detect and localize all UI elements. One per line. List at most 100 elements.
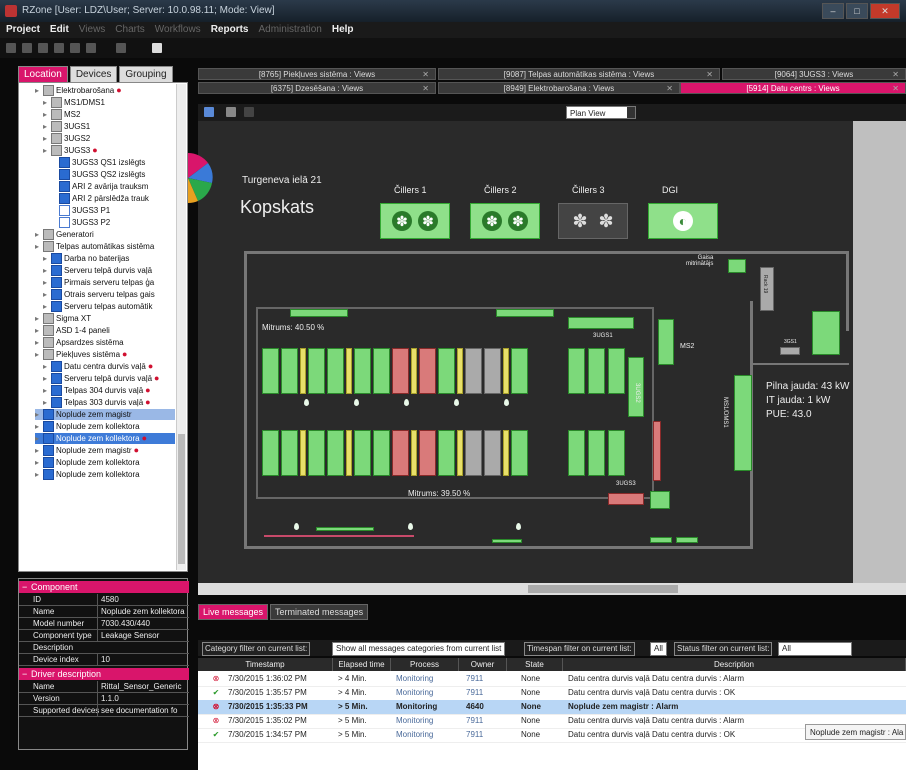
expand-icon[interactable]: ▸ [43,265,49,276]
crac-unit-right[interactable] [496,309,554,317]
top-row-rack[interactable] [511,348,528,394]
top-row-rack[interactable] [465,348,482,394]
expand-icon[interactable]: ▸ [43,253,49,264]
tree-node[interactable]: ▸ Pirmais serveru telpas ģa [43,277,175,288]
tree-node[interactable]: ▸ Noplude zem magistr ● [35,445,175,456]
column-header[interactable]: State [507,658,563,671]
view-mode-select[interactable]: Plan View [566,106,636,119]
expand-icon[interactable]: ▸ [35,229,41,240]
chiller-unit[interactable]: ✽ ✽ [470,203,540,239]
forward-icon[interactable] [22,43,32,53]
tree-node[interactable]: ▸ Telpas 304 durvis vaļā ● [43,385,175,396]
expand-icon[interactable]: ▸ [35,337,41,348]
maximize-button[interactable]: □ [846,3,868,19]
message-row[interactable]: ⊗ 7/30/2015 1:35:02 PM > 5 Min. Monitoring 7… [198,714,906,729]
top-row-rack[interactable] [392,348,409,394]
top-row-rack[interactable] [327,348,344,394]
top-row-rack[interactable] [373,348,390,394]
close-icon[interactable]: ✕ [422,69,429,81]
top-row-rack[interactable] [568,348,585,394]
bottom-sensor-2[interactable] [676,537,698,543]
bottom-row-rack[interactable] [262,430,279,476]
top-row-rack[interactable] [411,348,417,394]
bottom-row-rack[interactable] [411,430,417,476]
canvas-hscrollbar[interactable] [198,583,906,595]
tree-node[interactable]: ▸ ASD 1-4 paneli [35,325,175,336]
tree-node[interactable]: ▸ Serveru telpas automātik [43,301,175,312]
top-row-rack[interactable] [300,348,306,394]
column-header[interactable]: Elapsed time [333,658,391,671]
msdms1-panel[interactable] [734,375,752,471]
collapse-icon[interactable]: − [22,581,27,593]
ms2-panel[interactable] [658,319,674,365]
bottom-row-rack[interactable] [511,430,528,476]
bottom-sensor-3[interactable] [492,539,522,543]
expand-icon[interactable]: ▸ [35,325,41,336]
close-icon[interactable]: ✕ [666,83,673,95]
tree-node[interactable]: ▸ Telpas automātikas sistēma [35,241,175,252]
ups-3ugs3-panel[interactable] [608,493,644,505]
collapse-icon[interactable]: − [22,668,27,680]
status-filter-select[interactable]: All [778,642,852,656]
tree-node[interactable]: ▸ Telpas 303 durvis vaļā ● [43,397,175,408]
expand-icon[interactable]: ▸ [35,409,41,420]
bottom-row-rack[interactable] [503,430,509,476]
tree-node[interactable]: ▸ Serveru telpā durvis vaļā ● [43,373,175,384]
chiller-unit[interactable]: ✽ ✽ [380,203,450,239]
tree-node[interactable]: ▸ Noplude zem kollektora [35,469,175,480]
top-row-rack[interactable] [354,348,371,394]
column-header[interactable]: Owner [459,658,507,671]
bottom-row-rack[interactable] [465,430,482,476]
expand-icon[interactable]: ▸ [35,457,41,468]
back-icon[interactable] [6,43,16,53]
edit-icon[interactable] [54,43,64,53]
menu-help[interactable]: Help [332,22,354,38]
expand-icon[interactable]: ▸ [43,361,49,372]
expand-icon[interactable]: ▸ [43,289,49,300]
save-icon[interactable] [38,43,48,53]
pan-icon[interactable] [244,107,254,117]
component-section-header[interactable]: Component − [19,581,189,593]
ups-3ugs1-panel[interactable] [568,317,634,329]
menu-views[interactable]: Views [79,22,106,38]
expand-icon[interactable]: ▸ [35,85,41,96]
doc-tab[interactable]: [8765] Piekļuves sistēma : Views ✕ [198,68,436,80]
select-tool-icon[interactable] [204,107,214,117]
document-icon[interactable] [152,43,162,53]
top-row-rack[interactable] [281,348,298,394]
expand-icon[interactable]: ▸ [43,133,49,144]
tree-node[interactable]: ▸ Noplude zem magistr [35,409,175,420]
bottom-sensor-1[interactable] [650,537,672,543]
expand-icon[interactable]: ▸ [43,301,49,312]
doc-tab[interactable]: [6375] Dzesēšana : Views ✕ [198,82,436,94]
tree-node[interactable]: ▸ Darba no baterijas [43,253,175,264]
bottom-row-rack[interactable] [457,430,463,476]
message-row[interactable]: ⊗ 7/30/2015 1:35:33 PM > 5 Min. Monitoring 4… [198,700,906,715]
bottom-row-rack[interactable] [484,430,501,476]
bottom-row-rack[interactable] [281,430,298,476]
bottom-row-rack[interactable] [438,430,455,476]
top-row-rack[interactable] [484,348,501,394]
crac-unit-left[interactable] [290,309,348,317]
tree-node[interactable]: ARI 2 avārija trauksm [51,181,175,192]
bottom-row-rack[interactable] [568,430,585,476]
chiller-unit[interactable]: ◐ [648,203,718,239]
tree-node[interactable]: ▸ 3UGS3 ● [43,145,175,156]
expand-icon[interactable]: ▸ [43,385,49,396]
expand-icon[interactable]: ▸ [35,349,41,360]
expand-icon[interactable]: ▸ [43,145,49,156]
top-row-rack[interactable] [346,348,352,394]
menu-reports[interactable]: Reports [211,22,249,38]
tree-scroll-thumb[interactable] [178,434,185,564]
top-row-rack[interactable] [608,348,625,394]
tree-node[interactable]: ▸ Noplude zem kollektora [35,457,175,468]
tree-node[interactable]: ▸ Generatori [35,229,175,240]
top-row-rack[interactable] [308,348,325,394]
close-icon[interactable]: ✕ [892,83,899,95]
expand-icon[interactable]: ▸ [35,469,41,480]
tab-live-messages[interactable]: Live messages [198,604,269,620]
undo-icon[interactable] [70,43,80,53]
gas-humidifier[interactable] [728,259,746,273]
chevron-down-icon[interactable] [627,107,635,118]
driver-section-header[interactable]: Driver description − [19,668,189,680]
